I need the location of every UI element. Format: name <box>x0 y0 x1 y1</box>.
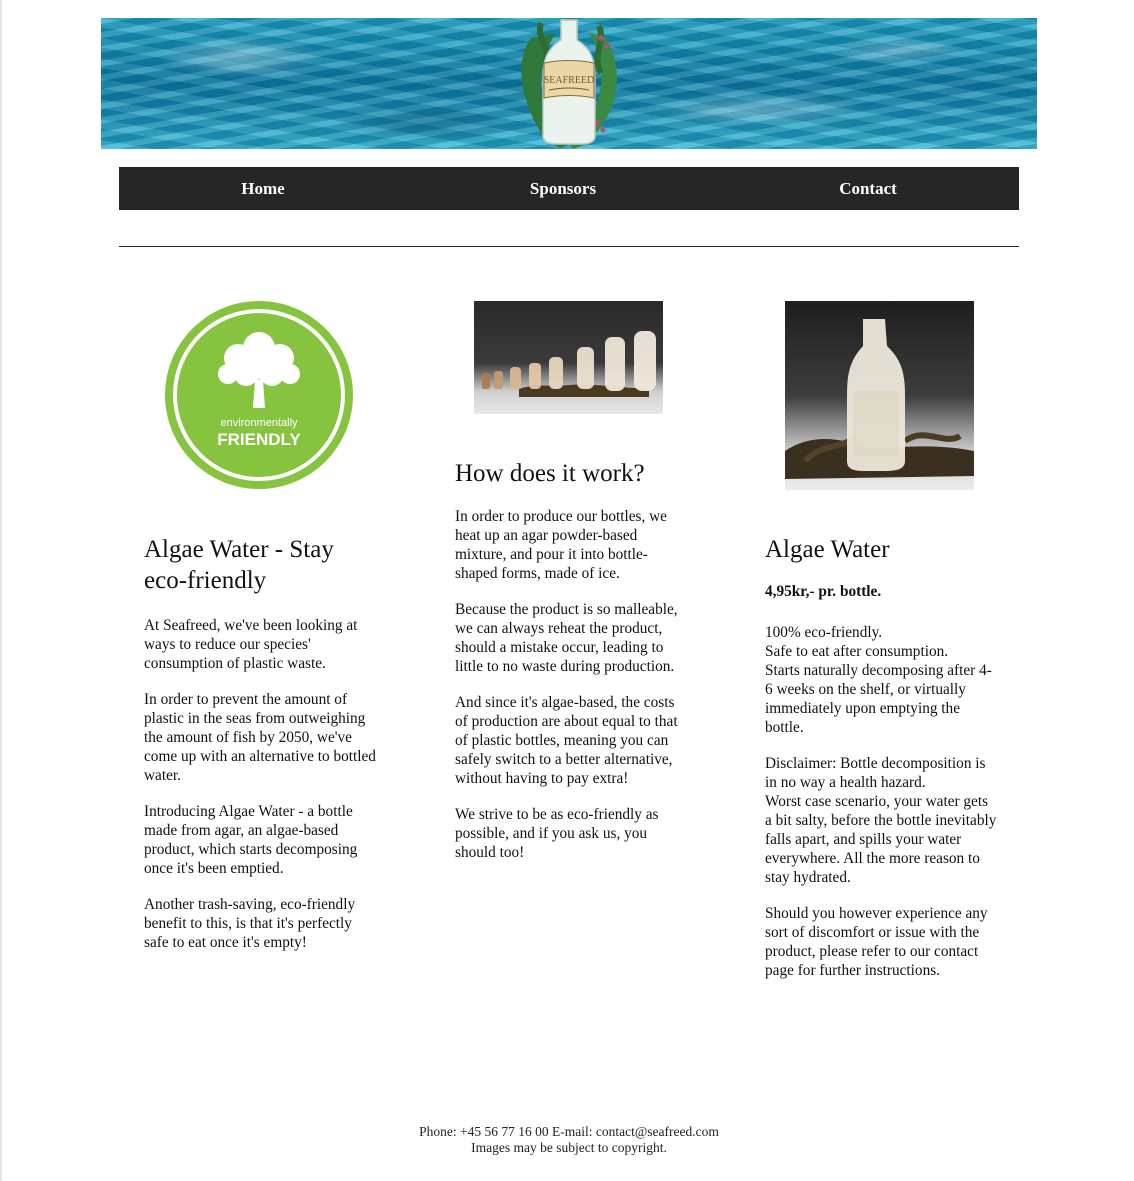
main-navbar: Home Sponsors Contact <box>119 167 1019 210</box>
nav-sponsors-link[interactable]: Sponsors <box>513 167 613 210</box>
footer-contact: Phone: +45 56 77 16 00 E-mail: contact@s… <box>419 1124 719 1139</box>
product-column: Algae Water 4,95kr,- pr. bottle. 100% ec… <box>765 534 997 997</box>
page-edge <box>0 0 2 1181</box>
badge-line1: environmentally <box>220 417 298 429</box>
intro-paragraph: At Seafreed, we've been looking at ways … <box>144 617 358 672</box>
feature-line: Starts naturally decomposing after 4-6 w… <box>765 662 992 736</box>
brand-logo-text: SEAFREED <box>544 75 595 86</box>
how-paragraph: And since it's algae-based, the costs of… <box>455 694 678 787</box>
how-paragraph: Because the product is so malleable, we … <box>455 601 678 675</box>
intro-column: Algae Water - Stay eco-friendly At Seafr… <box>144 534 376 969</box>
nav-contact-link[interactable]: Contact <box>825 167 911 210</box>
intro-paragraph: Another trash-saving, eco-friendly benef… <box>144 896 356 951</box>
product-heading: Algae Water <box>765 536 890 563</box>
feature-line: Safe to eat after consumption. <box>765 643 949 660</box>
divider <box>119 246 1019 247</box>
how-paragraph: In order to produce our bottles, we heat… <box>455 508 667 582</box>
intro-paragraph: Introducing Algae Water - a bottle made … <box>144 803 358 877</box>
how-paragraph: We strive to be as eco-friendly as possi… <box>455 806 659 861</box>
intro-heading: Algae Water - Stay eco-friendly <box>144 536 334 594</box>
header-banner: SEAFREED <box>101 18 1037 149</box>
nav-home-link[interactable]: Home <box>223 167 303 210</box>
page-footer: Phone: +45 56 77 16 00 E-mail: contact@s… <box>300 1124 838 1156</box>
product-support-text: Should you however experience any sort o… <box>765 905 988 979</box>
intro-paragraph: In order to prevent the amount of plasti… <box>144 691 376 784</box>
eco-friendly-badge: environmentally FRIENDLY <box>165 301 353 489</box>
product-price: 4,95kr,- pr. bottle. <box>765 583 882 600</box>
feature-line: 100% eco-friendly. <box>765 624 883 641</box>
badge-line2: FRIENDLY <box>217 430 301 449</box>
seafreed-bottle-logo: SEAFREED <box>521 19 617 149</box>
how-it-works-column: How does it work? In order to produce ou… <box>455 458 687 879</box>
product-features: 100% eco-friendly. Safe to eat after con… <box>765 623 997 737</box>
disclaimer-line: Disclaimer: Bottle decomposition is in n… <box>765 755 986 791</box>
product-disclaimer: Disclaimer: Bottle decomposition is in n… <box>765 754 997 887</box>
disclaimer-line: Worst case scenario, your water gets a b… <box>765 793 997 886</box>
how-it-works-heading: How does it work? <box>455 460 645 487</box>
algae-bottle-photo <box>785 301 974 490</box>
bottles-lineup-photo <box>474 301 663 414</box>
footer-copyright: Images may be subject to copyright. <box>471 1140 667 1155</box>
